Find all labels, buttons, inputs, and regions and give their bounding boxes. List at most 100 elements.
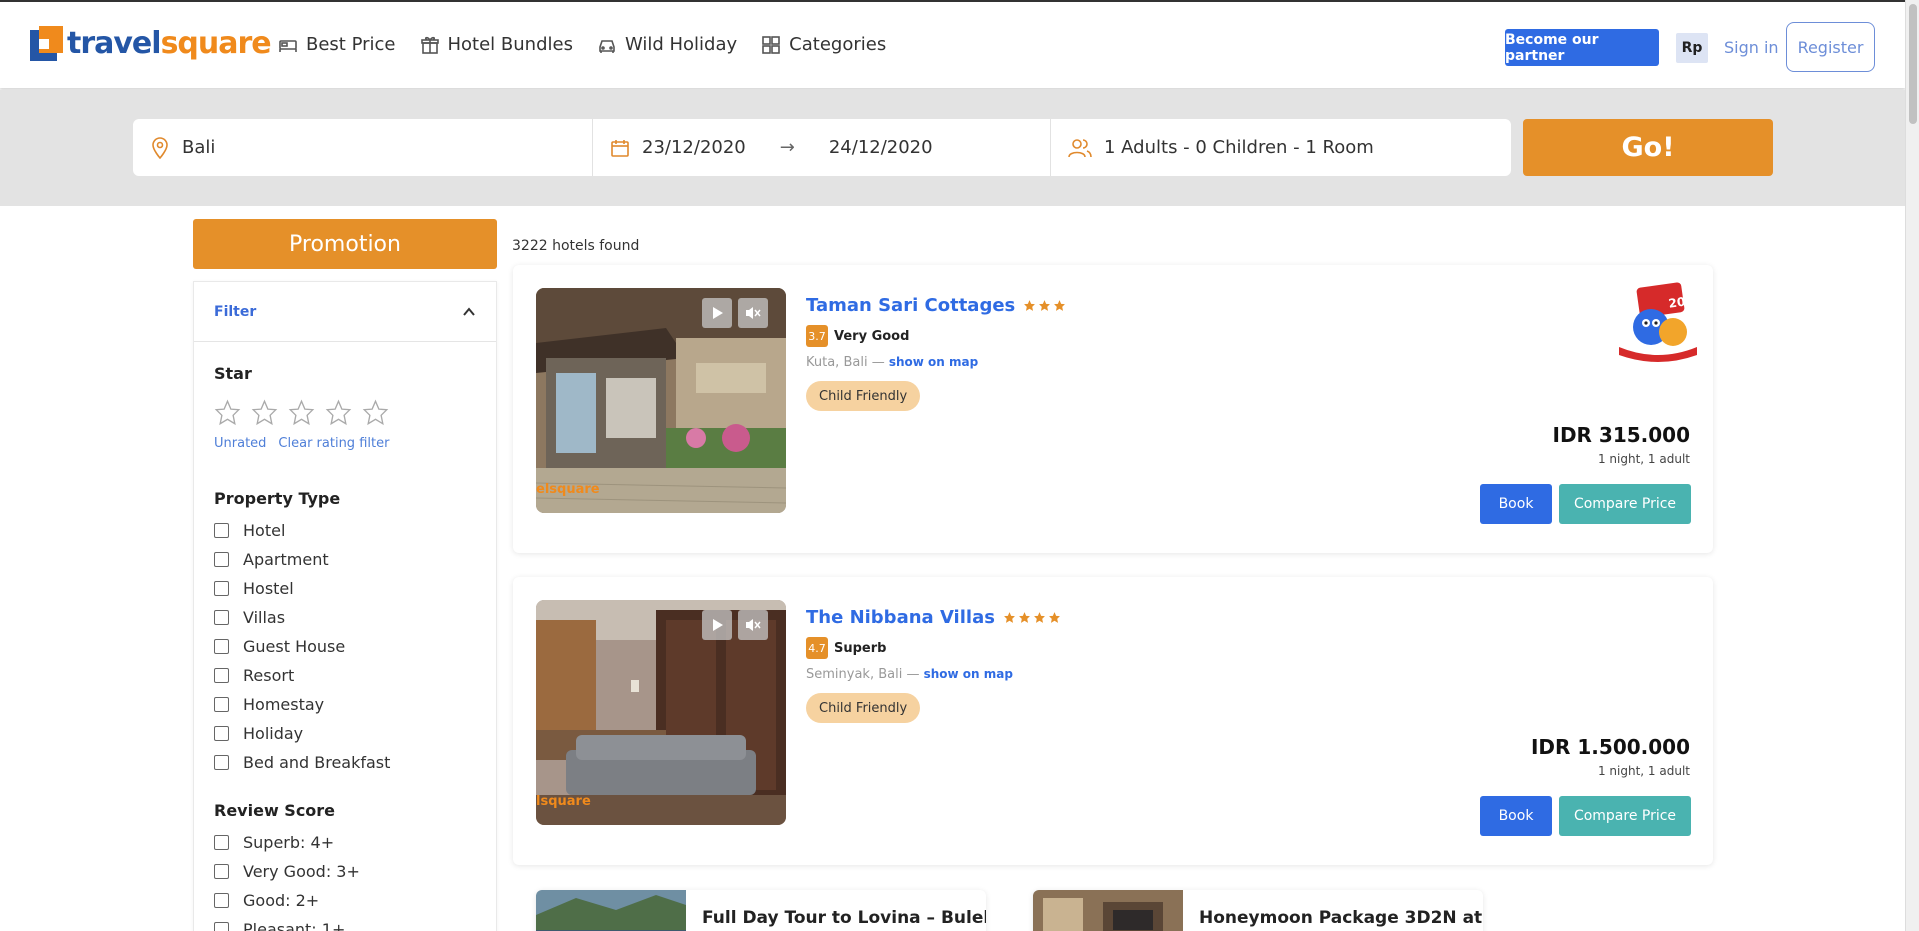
svg-text:200: 200 — [1668, 293, 1695, 310]
checkbox-label: Homestay — [243, 695, 325, 714]
compare-price-button[interactable]: Compare Price — [1559, 484, 1691, 524]
hotel-star-rating — [1003, 611, 1061, 624]
hotel-photo[interactable]: elsquare — [536, 288, 786, 513]
checkbox[interactable] — [214, 668, 229, 683]
checkbox[interactable] — [214, 523, 229, 538]
checkbox[interactable] — [214, 697, 229, 712]
calendar-icon — [611, 139, 629, 157]
package-card[interactable]: Honeymoon Package 3D2N at — [1033, 890, 1483, 931]
star-filled-icon — [1004, 612, 1015, 623]
guests-value: 1 Adults - 0 Children - 1 Room — [1104, 137, 1374, 158]
review-score-list: Superb: 4+ Very Good: 3+ Good: 2+ Pleasa… — [214, 828, 496, 931]
hotel-photo[interactable]: lsquare — [536, 600, 786, 825]
compare-price-button[interactable]: Compare Price — [1559, 796, 1691, 836]
checkbox[interactable] — [214, 893, 229, 908]
checkbox[interactable] — [214, 755, 229, 770]
checkbox-item[interactable]: Homestay — [214, 690, 496, 719]
bed-icon — [279, 39, 297, 52]
travelsquare-logo[interactable]: travelsquare — [30, 26, 272, 61]
guests-field[interactable]: 1 Adults - 0 Children - 1 Room — [1051, 119, 1374, 176]
package-card[interactable]: Full Day Tour to Lovina – Buleleng — [536, 890, 986, 931]
checkbox[interactable] — [214, 864, 229, 879]
star-filled-icon — [1039, 300, 1051, 311]
location-field[interactable]: Bali — [133, 119, 593, 176]
filter-header[interactable]: Filter — [194, 282, 496, 342]
page-scrollbar[interactable] — [1905, 0, 1919, 931]
nav-categories[interactable]: Categories — [761, 34, 886, 55]
hotel-location: Seminyak, Bali — show on map — [806, 667, 1013, 682]
star-outline-icon[interactable] — [362, 399, 389, 426]
checkbox[interactable] — [214, 726, 229, 741]
checkbox-item[interactable]: Pleasant: 1+ — [214, 915, 496, 931]
logo-mark-icon — [30, 26, 63, 61]
review-rating: 3.7 Very Good — [806, 325, 909, 347]
checkbox-item[interactable]: Holiday — [214, 719, 496, 748]
star-outline-icon[interactable] — [325, 399, 352, 426]
checkbox-item[interactable]: Apartment — [214, 545, 496, 574]
star-filter-title: Star — [214, 364, 252, 383]
package-title: Full Day Tour to Lovina – Buleleng — [702, 908, 986, 928]
promotion-button[interactable]: Promotion — [193, 219, 497, 269]
checkbox-item[interactable]: Guest House — [214, 632, 496, 661]
package-photo — [1033, 890, 1183, 931]
show-on-map-link[interactable]: show on map — [889, 355, 978, 369]
show-on-map-link[interactable]: show on map — [924, 667, 1013, 681]
gift-icon — [420, 36, 439, 54]
checkbox-item[interactable]: Bed and Breakfast — [214, 748, 496, 777]
mute-icon[interactable] — [738, 298, 768, 328]
nav-best-price[interactable]: Best Price — [278, 34, 396, 55]
go-search-button[interactable]: Go! — [1523, 119, 1773, 176]
users-icon — [1068, 138, 1092, 157]
score-label: Superb — [834, 640, 887, 656]
hotel-name-link[interactable]: The Nibbana Villas — [806, 607, 1061, 628]
checkbox[interactable] — [214, 552, 229, 567]
hotel-name: Taman Sari Cottages — [806, 295, 1016, 316]
currency-button[interactable]: Rp — [1676, 33, 1708, 63]
hotel-location: Kuta, Bali — show on map — [806, 355, 978, 370]
checkbox-item[interactable]: Good: 2+ — [214, 886, 496, 915]
register-button[interactable]: Register — [1786, 22, 1875, 72]
clear-rating-link[interactable]: Clear rating filter — [278, 436, 389, 451]
checkbox[interactable] — [214, 835, 229, 850]
star-outline-icon[interactable] — [214, 399, 241, 426]
checkbox-item[interactable]: Resort — [214, 661, 496, 690]
star-outline-icon[interactable] — [288, 399, 315, 426]
photo-watermark: lsquare — [536, 794, 591, 809]
mute-icon[interactable] — [738, 610, 768, 640]
play-icon[interactable] — [702, 298, 732, 328]
checkbox-label: Hostel — [243, 579, 294, 598]
book-button[interactable]: Book — [1480, 796, 1552, 836]
checkbox-item[interactable]: Superb: 4+ — [214, 828, 496, 857]
checkbox[interactable] — [214, 610, 229, 625]
unrated-link[interactable]: Unrated — [214, 436, 266, 451]
scrollbar-thumb[interactable] — [1909, 4, 1917, 124]
checkbox-item[interactable]: Villas — [214, 603, 496, 632]
nav-wild-holiday-label: Wild Holiday — [624, 34, 738, 55]
checkbox[interactable] — [214, 639, 229, 654]
location-value: Bali — [182, 137, 216, 158]
hotel-card: lsquare The Nibbana Villas 4.7 Superb Se… — [513, 577, 1713, 865]
checkbox-item[interactable]: Hostel — [214, 574, 496, 603]
nav-hotel-bundles[interactable]: Hotel Bundles — [420, 34, 573, 55]
video-controls — [702, 298, 768, 328]
hotel-price: IDR 1.500.000 — [1530, 735, 1690, 759]
chevron-up-icon — [463, 306, 475, 316]
checkbox-label: Villas — [243, 608, 286, 627]
play-icon[interactable] — [702, 610, 732, 640]
become-partner-button[interactable]: Become our partner — [1505, 29, 1659, 66]
nav-wild-holiday[interactable]: Wild Holiday — [597, 34, 737, 55]
checkbox-item[interactable]: Very Good: 3+ — [214, 857, 496, 886]
star-filled-icon — [1054, 300, 1066, 311]
checkbox-item[interactable]: Hotel — [214, 516, 496, 545]
checkbox[interactable] — [214, 922, 229, 931]
search-strip: Bali 23/12/2020 → 24/12/2020 1 Adults - … — [0, 90, 1905, 206]
hotel-name-link[interactable]: Taman Sari Cottages — [806, 295, 1066, 316]
checkbox[interactable] — [214, 581, 229, 596]
book-button[interactable]: Book — [1480, 484, 1552, 524]
sign-in-link[interactable]: Sign in — [1724, 38, 1779, 57]
date-range-field[interactable]: 23/12/2020 → 24/12/2020 — [593, 119, 1051, 176]
star-filled-icon — [1034, 612, 1045, 623]
checkbox-label: Very Good: 3+ — [243, 862, 360, 881]
star-outline-icon[interactable] — [251, 399, 278, 426]
checkbox-label: Bed and Breakfast — [243, 753, 391, 772]
